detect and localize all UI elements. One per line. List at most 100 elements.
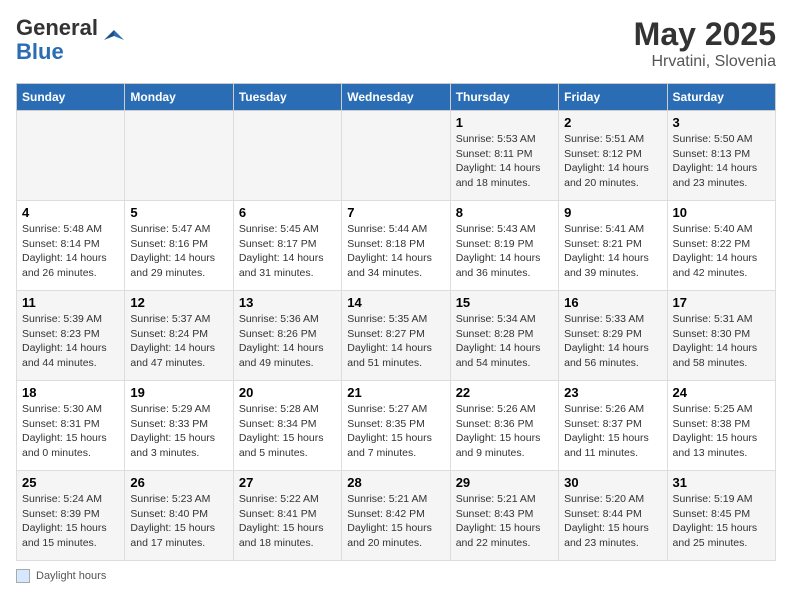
day-number: 10 xyxy=(673,205,770,220)
day-info: Sunrise: 5:24 AM Sunset: 8:39 PM Dayligh… xyxy=(22,492,119,551)
day-number: 27 xyxy=(239,475,336,490)
day-info: Sunrise: 5:47 AM Sunset: 8:16 PM Dayligh… xyxy=(130,222,227,281)
day-info: Sunrise: 5:34 AM Sunset: 8:28 PM Dayligh… xyxy=(456,312,553,371)
day-header-monday: Monday xyxy=(125,84,233,111)
day-number: 13 xyxy=(239,295,336,310)
logo: General Blue xyxy=(16,16,128,64)
day-number: 14 xyxy=(347,295,444,310)
day-info: Sunrise: 5:27 AM Sunset: 8:35 PM Dayligh… xyxy=(347,402,444,461)
day-number: 1 xyxy=(456,115,553,130)
day-number: 19 xyxy=(130,385,227,400)
calendar-cell: 28 Sunrise: 5:21 AM Sunset: 8:42 PM Dayli… xyxy=(342,471,450,561)
day-info: Sunrise: 5:41 AM Sunset: 8:21 PM Dayligh… xyxy=(564,222,661,281)
footer: Daylight hours xyxy=(16,569,776,583)
day-info: Sunrise: 5:45 AM Sunset: 8:17 PM Dayligh… xyxy=(239,222,336,281)
day-info: Sunrise: 5:48 AM Sunset: 8:14 PM Dayligh… xyxy=(22,222,119,281)
day-number: 2 xyxy=(564,115,661,130)
day-info: Sunrise: 5:36 AM Sunset: 8:26 PM Dayligh… xyxy=(239,312,336,371)
calendar-cell: 20 Sunrise: 5:28 AM Sunset: 8:34 PM Dayli… xyxy=(233,381,341,471)
day-header-thursday: Thursday xyxy=(450,84,558,111)
title-block: May 2025 Hrvatini, Slovenia xyxy=(634,16,776,71)
calendar-cell: 4 Sunrise: 5:48 AM Sunset: 8:14 PM Daylig… xyxy=(17,201,125,291)
calendar-cell: 6 Sunrise: 5:45 AM Sunset: 8:17 PM Daylig… xyxy=(233,201,341,291)
calendar-week-row: 25 Sunrise: 5:24 AM Sunset: 8:39 PM Dayli… xyxy=(17,471,776,561)
calendar-cell: 21Sunrise: 5:27 AM Sunset: 8:35 PM Dayli… xyxy=(342,381,450,471)
calendar-cell: 11Sunrise: 5:39 AM Sunset: 8:23 PM Dayli… xyxy=(17,291,125,381)
calendar-cell: 30Sunrise: 5:20 AM Sunset: 8:44 PM Dayli… xyxy=(559,471,667,561)
day-info: Sunrise: 5:26 AM Sunset: 8:37 PM Dayligh… xyxy=(564,402,661,461)
calendar-cell xyxy=(233,111,341,201)
daylight-legend-box xyxy=(16,569,30,583)
footer-label: Daylight hours xyxy=(36,570,106,582)
calendar-cell: 24 Sunrise: 5:25 AM Sunset: 8:38 PM Dayli… xyxy=(667,381,775,471)
calendar-week-row: 11Sunrise: 5:39 AM Sunset: 8:23 PM Dayli… xyxy=(17,291,776,381)
calendar-cell: 12Sunrise: 5:37 AM Sunset: 8:24 PM Dayli… xyxy=(125,291,233,381)
day-number: 9 xyxy=(564,205,661,220)
calendar-cell: 10Sunrise: 5:40 AM Sunset: 8:22 PM Dayli… xyxy=(667,201,775,291)
calendar-cell: 25 Sunrise: 5:24 AM Sunset: 8:39 PM Dayli… xyxy=(17,471,125,561)
day-info: Sunrise: 5:37 AM Sunset: 8:24 PM Dayligh… xyxy=(130,312,227,371)
day-header-friday: Friday xyxy=(559,84,667,111)
day-info: Sunrise: 5:39 AM Sunset: 8:23 PM Dayligh… xyxy=(22,312,119,371)
day-header-tuesday: Tuesday xyxy=(233,84,341,111)
calendar-cell: 19 Sunrise: 5:29 AM Sunset: 8:33 PM Dayli… xyxy=(125,381,233,471)
calendar-week-row: 18Sunrise: 5:30 AM Sunset: 8:31 PM Dayli… xyxy=(17,381,776,471)
calendar-cell: 27 Sunrise: 5:22 AM Sunset: 8:41 PM Dayli… xyxy=(233,471,341,561)
day-info: Sunrise: 5:25 AM Sunset: 8:38 PM Dayligh… xyxy=(673,402,770,461)
day-number: 17 xyxy=(673,295,770,310)
day-number: 6 xyxy=(239,205,336,220)
calendar-cell: 26Sunrise: 5:23 AM Sunset: 8:40 PM Dayli… xyxy=(125,471,233,561)
calendar-cell: 31 Sunrise: 5:19 AM Sunset: 8:45 PM Dayli… xyxy=(667,471,775,561)
day-info: Sunrise: 5:21 AM Sunset: 8:42 PM Dayligh… xyxy=(347,492,444,551)
page-header: General Blue May 2025 Hrvatini, Slovenia xyxy=(16,16,776,71)
day-number: 25 xyxy=(22,475,119,490)
logo-general-text: General xyxy=(16,15,98,40)
logo-icon xyxy=(100,26,128,54)
day-info: Sunrise: 5:43 AM Sunset: 8:19 PM Dayligh… xyxy=(456,222,553,281)
calendar-cell xyxy=(125,111,233,201)
calendar-cell: 15 Sunrise: 5:34 AM Sunset: 8:28 PM Dayli… xyxy=(450,291,558,381)
calendar-cell: 5Sunrise: 5:47 AM Sunset: 8:16 PM Daylig… xyxy=(125,201,233,291)
day-number: 24 xyxy=(673,385,770,400)
day-info: Sunrise: 5:29 AM Sunset: 8:33 PM Dayligh… xyxy=(130,402,227,461)
day-info: Sunrise: 5:28 AM Sunset: 8:34 PM Dayligh… xyxy=(239,402,336,461)
calendar-cell: 14 Sunrise: 5:35 AM Sunset: 8:27 PM Dayli… xyxy=(342,291,450,381)
logo-blue-text: Blue xyxy=(16,39,64,64)
calendar-cell: 29Sunrise: 5:21 AM Sunset: 8:43 PM Dayli… xyxy=(450,471,558,561)
page-title: May 2025 xyxy=(634,16,776,53)
calendar-cell: 13 Sunrise: 5:36 AM Sunset: 8:26 PM Dayli… xyxy=(233,291,341,381)
calendar-header-row: SundayMondayTuesdayWednesdayThursdayFrid… xyxy=(17,84,776,111)
day-info: Sunrise: 5:23 AM Sunset: 8:40 PM Dayligh… xyxy=(130,492,227,551)
day-info: Sunrise: 5:44 AM Sunset: 8:18 PM Dayligh… xyxy=(347,222,444,281)
calendar-cell: 16 Sunrise: 5:33 AM Sunset: 8:29 PM Dayli… xyxy=(559,291,667,381)
day-number: 3 xyxy=(673,115,770,130)
calendar-cell: 9 Sunrise: 5:41 AM Sunset: 8:21 PM Daylig… xyxy=(559,201,667,291)
calendar-cell: 18Sunrise: 5:30 AM Sunset: 8:31 PM Dayli… xyxy=(17,381,125,471)
day-number: 28 xyxy=(347,475,444,490)
day-info: Sunrise: 5:22 AM Sunset: 8:41 PM Dayligh… xyxy=(239,492,336,551)
calendar-week-row: 1Sunrise: 5:53 AM Sunset: 8:11 PM Daylig… xyxy=(17,111,776,201)
day-info: Sunrise: 5:50 AM Sunset: 8:13 PM Dayligh… xyxy=(673,132,770,191)
day-info: Sunrise: 5:26 AM Sunset: 8:36 PM Dayligh… xyxy=(456,402,553,461)
day-info: Sunrise: 5:35 AM Sunset: 8:27 PM Dayligh… xyxy=(347,312,444,371)
day-info: Sunrise: 5:51 AM Sunset: 8:12 PM Dayligh… xyxy=(564,132,661,191)
day-number: 31 xyxy=(673,475,770,490)
day-info: Sunrise: 5:20 AM Sunset: 8:44 PM Dayligh… xyxy=(564,492,661,551)
calendar-cell: 2 Sunrise: 5:51 AM Sunset: 8:12 PM Daylig… xyxy=(559,111,667,201)
day-header-wednesday: Wednesday xyxy=(342,84,450,111)
day-number: 20 xyxy=(239,385,336,400)
day-info: Sunrise: 5:21 AM Sunset: 8:43 PM Dayligh… xyxy=(456,492,553,551)
day-number: 16 xyxy=(564,295,661,310)
day-number: 15 xyxy=(456,295,553,310)
calendar-cell xyxy=(342,111,450,201)
day-number: 8 xyxy=(456,205,553,220)
day-info: Sunrise: 5:19 AM Sunset: 8:45 PM Dayligh… xyxy=(673,492,770,551)
day-info: Sunrise: 5:33 AM Sunset: 8:29 PM Dayligh… xyxy=(564,312,661,371)
calendar-cell: 1Sunrise: 5:53 AM Sunset: 8:11 PM Daylig… xyxy=(450,111,558,201)
day-number: 23 xyxy=(564,385,661,400)
day-info: Sunrise: 5:31 AM Sunset: 8:30 PM Dayligh… xyxy=(673,312,770,371)
day-number: 4 xyxy=(22,205,119,220)
day-header-sunday: Sunday xyxy=(17,84,125,111)
day-info: Sunrise: 5:30 AM Sunset: 8:31 PM Dayligh… xyxy=(22,402,119,461)
page-subtitle: Hrvatini, Slovenia xyxy=(634,53,776,71)
